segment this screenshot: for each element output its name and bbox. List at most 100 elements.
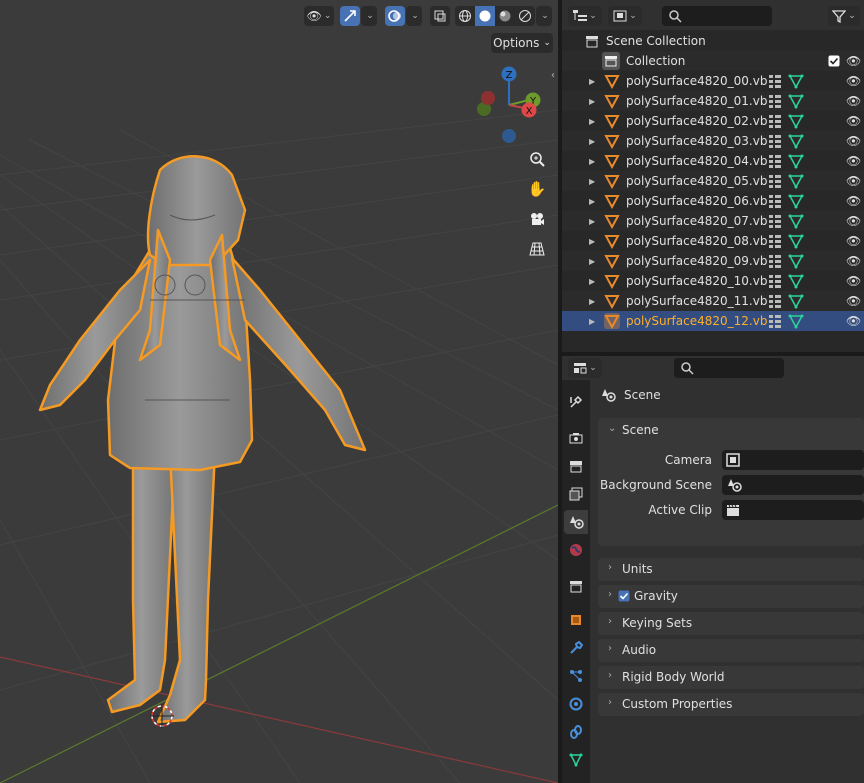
- collapsed-panel-units[interactable]: › Units: [598, 558, 864, 581]
- outliner-object-row[interactable]: ▶ polySurface4820_09.vb 👁: [562, 251, 864, 271]
- tab-view-layer[interactable]: [564, 482, 588, 506]
- shading-dropdown[interactable]: ⌄: [536, 6, 552, 26]
- xray-toggle[interactable]: [430, 6, 450, 26]
- mesh-data-icon[interactable]: [788, 313, 804, 329]
- scene-panel-header[interactable]: ⌄ Scene: [598, 418, 864, 442]
- tab-modifiers[interactable]: [564, 636, 588, 660]
- modifier-stack-icon[interactable]: [768, 194, 782, 208]
- outliner-object-row[interactable]: ▶ polySurface4820_02.vb 👁: [562, 111, 864, 131]
- options-dropdown[interactable]: Options ⌄: [491, 33, 553, 53]
- display-mode-selector[interactable]: ⌄: [608, 6, 642, 26]
- visibility-selector[interactable]: 👁 ⌄: [304, 6, 334, 26]
- properties-search-input[interactable]: [674, 358, 784, 378]
- tab-collection[interactable]: [564, 574, 588, 598]
- expand-arrow-icon[interactable]: ▶: [589, 157, 595, 166]
- collapsed-panel-rigid-body-world[interactable]: › Rigid Body World: [598, 666, 864, 689]
- solid-shading-button[interactable]: [475, 6, 495, 26]
- overlay-toggle[interactable]: [385, 6, 405, 26]
- visibility-eye-icon[interactable]: 👁: [846, 114, 861, 128]
- rendered-shading-button[interactable]: [515, 6, 535, 26]
- gizmo-neg-z[interactable]: [502, 129, 516, 143]
- expand-arrow-icon[interactable]: ▶: [589, 237, 595, 246]
- overlay-dropdown[interactable]: ⌄: [406, 6, 422, 26]
- background-scene-field[interactable]: [722, 475, 864, 495]
- sidebar-toggle-icon[interactable]: ‹: [551, 70, 555, 81]
- visibility-eye-icon[interactable]: 👁: [846, 234, 861, 248]
- pan-button[interactable]: ✋: [525, 177, 549, 201]
- outliner-object-row[interactable]: ▶ polySurface4820_11.vb 👁: [562, 291, 864, 311]
- modifier-stack-icon[interactable]: [768, 134, 782, 148]
- modifier-stack-icon[interactable]: [768, 214, 782, 228]
- visibility-eye-icon[interactable]: 👁: [846, 254, 861, 268]
- visibility-eye-icon[interactable]: 👁: [846, 174, 861, 188]
- expand-arrow-icon[interactable]: ▶: [589, 177, 595, 186]
- gizmo-toggle[interactable]: [340, 6, 360, 26]
- editor-type-selector[interactable]: ⌄: [568, 6, 602, 26]
- outliner-object-row[interactable]: ▶ polySurface4820_05.vb 👁: [562, 171, 864, 191]
- collapsed-panel-custom-properties[interactable]: › Custom Properties: [598, 693, 864, 716]
- mesh-data-icon[interactable]: [788, 153, 804, 169]
- outliner-object-row[interactable]: ▶ polySurface4820_10.vb 👁: [562, 271, 864, 291]
- collapsed-panel-keying-sets[interactable]: › Keying Sets: [598, 612, 864, 635]
- mesh-data-icon[interactable]: [788, 213, 804, 229]
- outliner-object-row[interactable]: ▶ polySurface4820_12.vb 👁: [562, 311, 864, 331]
- expand-arrow-icon[interactable]: ▶: [589, 117, 595, 126]
- visibility-eye-icon[interactable]: 👁: [846, 74, 861, 88]
- modifier-stack-icon[interactable]: [768, 94, 782, 108]
- mesh-data-icon[interactable]: [788, 113, 804, 129]
- visibility-eye-icon[interactable]: 👁: [846, 134, 861, 148]
- visibility-eye-icon[interactable]: 👁: [846, 194, 861, 208]
- modifier-stack-icon[interactable]: [768, 154, 782, 168]
- filter-dropdown[interactable]: ⌄: [828, 6, 860, 26]
- navigation-gizmo[interactable]: Z Y X: [470, 62, 550, 152]
- collection-row[interactable]: Collection 👁: [562, 51, 864, 71]
- modifier-stack-icon[interactable]: [768, 314, 782, 328]
- mesh-data-icon[interactable]: [788, 193, 804, 209]
- modifier-stack-icon[interactable]: [768, 234, 782, 248]
- visibility-eye-icon[interactable]: 👁: [846, 294, 861, 308]
- 3d-viewport[interactable]: 👁 ⌄ ⌄ ⌄ ⌄ Options ⌄ ‹ Z Y X ✋: [0, 0, 558, 783]
- tab-world[interactable]: [564, 538, 588, 562]
- checkbox-checked-icon[interactable]: [618, 590, 630, 602]
- mesh-data-icon[interactable]: [788, 253, 804, 269]
- modifier-stack-icon[interactable]: [768, 254, 782, 268]
- mesh-data-icon[interactable]: [788, 233, 804, 249]
- tab-render[interactable]: [564, 426, 588, 450]
- tab-particles[interactable]: [564, 664, 588, 688]
- expand-arrow-icon[interactable]: ▶: [589, 297, 595, 306]
- tab-data[interactable]: [564, 748, 588, 772]
- mesh-data-icon[interactable]: [788, 133, 804, 149]
- expand-arrow-icon[interactable]: ▶: [589, 217, 595, 226]
- visibility-eye-icon[interactable]: 👁: [846, 154, 861, 168]
- camera-view-button[interactable]: [525, 207, 549, 231]
- outliner-object-row[interactable]: ▶ polySurface4820_03.vb 👁: [562, 131, 864, 151]
- expand-arrow-icon[interactable]: ▶: [589, 317, 595, 326]
- collapsed-panel-audio[interactable]: › Audio: [598, 639, 864, 662]
- mesh-data-icon[interactable]: [788, 273, 804, 289]
- outliner-object-row[interactable]: ▶ polySurface4820_04.vb 👁: [562, 151, 864, 171]
- expand-arrow-icon[interactable]: ▶: [589, 257, 595, 266]
- gizmo-neg-x[interactable]: [481, 91, 495, 105]
- outliner-search-input[interactable]: [662, 6, 772, 26]
- tab-physics[interactable]: [564, 692, 588, 716]
- outliner-object-row[interactable]: ▶ polySurface4820_07.vb 👁: [562, 211, 864, 231]
- wireframe-shading-button[interactable]: [455, 6, 475, 26]
- modifier-stack-icon[interactable]: [768, 294, 782, 308]
- material-shading-button[interactable]: [495, 6, 515, 26]
- visibility-eye-icon[interactable]: 👁: [846, 214, 861, 228]
- tab-object[interactable]: [564, 608, 588, 632]
- tab-output[interactable]: [564, 454, 588, 478]
- modifier-stack-icon[interactable]: [768, 274, 782, 288]
- expand-arrow-icon[interactable]: ▶: [589, 97, 595, 106]
- mesh-data-icon[interactable]: [788, 293, 804, 309]
- camera-field[interactable]: [722, 450, 864, 470]
- expand-arrow-icon[interactable]: ▶: [589, 137, 595, 146]
- tab-tool[interactable]: [564, 390, 588, 414]
- tab-scene[interactable]: [564, 510, 588, 534]
- outliner-object-row[interactable]: ▶ polySurface4820_00.vb 👁: [562, 71, 864, 91]
- visibility-eye-icon[interactable]: 👁: [846, 274, 861, 288]
- checkbox-checked-icon[interactable]: [828, 55, 840, 67]
- outliner-object-row[interactable]: ▶ polySurface4820_01.vb 👁: [562, 91, 864, 111]
- active-clip-field[interactable]: [722, 500, 864, 520]
- editor-type-selector[interactable]: ⌄: [568, 358, 602, 378]
